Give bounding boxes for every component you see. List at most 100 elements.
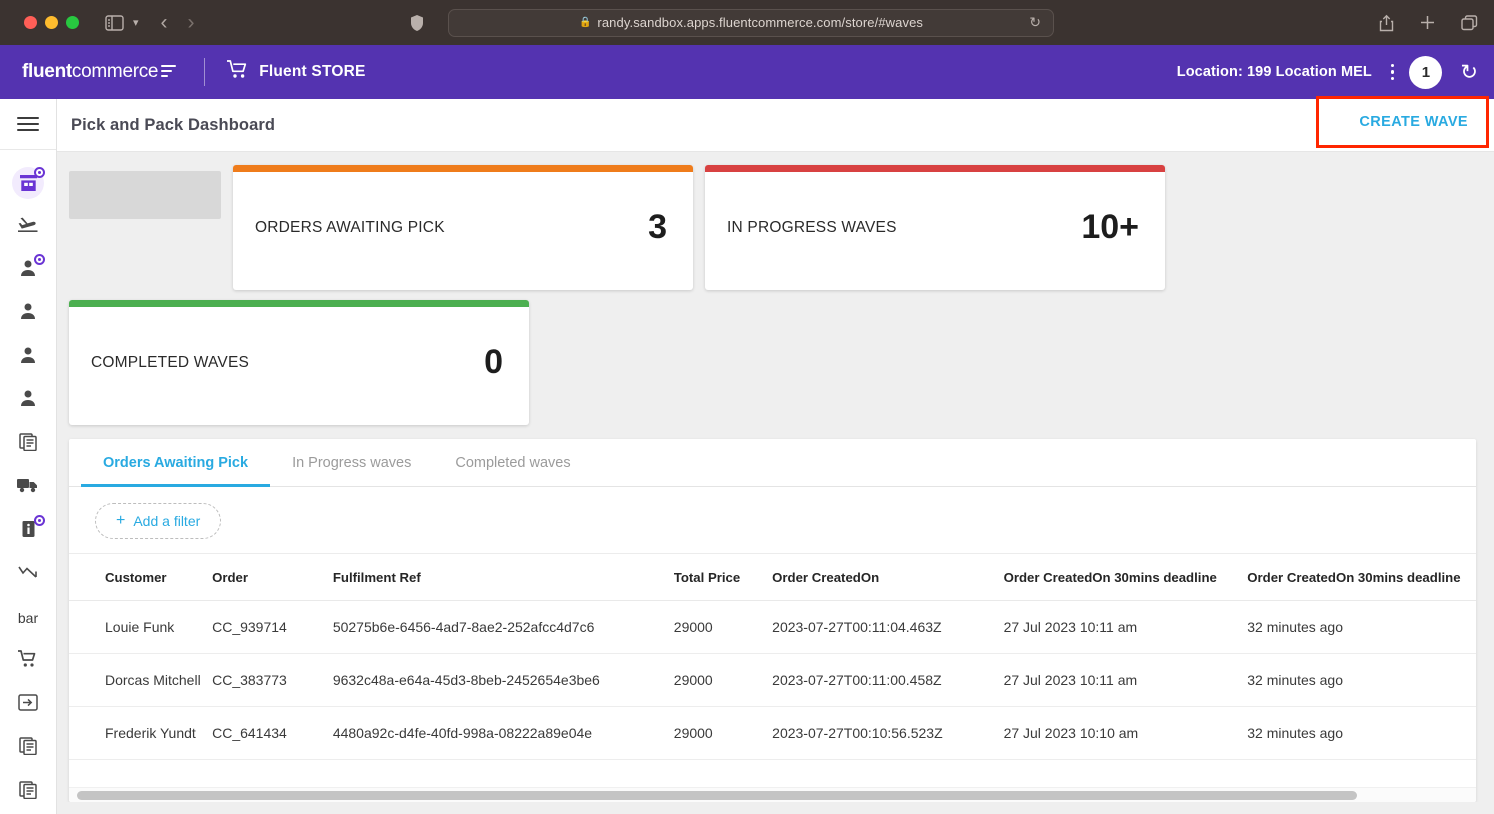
share-icon[interactable] <box>1379 14 1394 32</box>
cell-customer: Louie Funk <box>69 601 212 654</box>
sidebar-nav: bar <box>0 99 57 814</box>
app-header: fluentcommerce Fluent STORE Location: 19… <box>0 45 1494 99</box>
col-header-deadline-2[interactable]: Order CreatedOn 30mins deadline <box>1247 554 1476 601</box>
cell-deadline-abs: 27 Jul 2023 10:11 am <box>1004 601 1248 654</box>
stat-card-completed-waves[interactable]: COMPLETED WAVES 0 <box>69 300 529 425</box>
create-wave-button[interactable]: CREATE WAVE <box>1359 114 1468 130</box>
browser-chrome: ▾ ‹ › 🔒 randy.sandbox.apps.fluentcommerc… <box>0 0 1494 45</box>
address-bar[interactable]: 🔒 randy.sandbox.apps.fluentcommerce.com/… <box>448 9 1054 37</box>
sidebar-item-person-2[interactable] <box>0 292 56 336</box>
person-icon <box>19 346 37 369</box>
orders-table-body: Louie Funk CC_939714 50275b6e-6456-4ad7-… <box>69 601 1476 760</box>
refresh-icon[interactable]: ↻ <box>1460 60 1478 85</box>
sidebar-menu-toggle[interactable] <box>0 99 56 150</box>
sidebar-toggle-icon[interactable] <box>105 15 124 31</box>
sidebar-item-info[interactable] <box>0 509 56 553</box>
scrollbar-thumb[interactable] <box>77 791 1357 800</box>
col-header-order-createdon[interactable]: Order CreatedOn <box>772 554 1003 601</box>
orders-table-head: Customer Order Fulfilment Ref Total Pric… <box>69 554 1476 601</box>
table-row[interactable]: Louie Funk CC_939714 50275b6e-6456-4ad7-… <box>69 601 1476 654</box>
shopping-cart-icon <box>18 650 38 673</box>
stat-label: COMPLETED WAVES <box>91 354 249 372</box>
fluent-commerce-logo[interactable]: fluentcommerce <box>22 61 176 83</box>
cell-deadline-abs: 27 Jul 2023 10:10 am <box>1004 707 1248 760</box>
back-arrow-icon[interactable]: ‹ <box>161 12 168 33</box>
sidebar-item-trend[interactable] <box>0 553 56 597</box>
table-header-row: Customer Order Fulfilment Ref Total Pric… <box>69 554 1476 601</box>
forward-arrow-icon[interactable]: › <box>188 12 195 33</box>
plus-icon[interactable] <box>1420 15 1435 30</box>
horizontal-scrollbar[interactable] <box>69 787 1476 802</box>
stat-card-in-progress-waves[interactable]: IN PROGRESS WAVES 10+ <box>705 165 1165 290</box>
browser-toolbar-right <box>1379 14 1478 32</box>
stat-value: 0 <box>484 343 503 382</box>
minimize-window-button[interactable] <box>45 16 58 29</box>
sidebar-item-bar[interactable]: bar <box>0 596 56 640</box>
stat-value: 10+ <box>1081 208 1139 247</box>
documents-icon <box>19 433 38 456</box>
cell-order: CC_641434 <box>212 707 333 760</box>
navigation-arrows[interactable]: ‹ › <box>161 12 195 33</box>
stat-card-orders-awaiting-pick[interactable]: ORDERS AWAITING PICK 3 <box>233 165 693 290</box>
col-header-deadline-1[interactable]: Order CreatedOn 30mins deadline <box>1004 554 1248 601</box>
airplane-landing-icon <box>18 215 39 238</box>
stat-label: IN PROGRESS WAVES <box>727 219 897 237</box>
shopping-cart-icon <box>227 60 248 84</box>
close-window-button[interactable] <box>24 16 37 29</box>
col-header-customer[interactable]: Customer <box>69 554 212 601</box>
col-header-fulfilment-ref[interactable]: Fulfilment Ref <box>333 554 674 601</box>
sidebar-item-person-4[interactable] <box>0 379 56 423</box>
table-row[interactable]: Dorcas Mitchell CC_383773 9632c48a-e64a-… <box>69 654 1476 707</box>
store-selector[interactable]: Fluent STORE <box>227 60 365 84</box>
stat-cards-row-1: ORDERS AWAITING PICK 3 IN PROGRESS WAVES… <box>57 157 1494 290</box>
col-header-total-price[interactable]: Total Price <box>674 554 772 601</box>
cell-created-on: 2023-07-27T00:11:00.458Z <box>772 654 1003 707</box>
cell-total-price: 29000 <box>674 707 772 760</box>
stat-cards-row-2: COMPLETED WAVES 0 <box>57 290 1494 425</box>
add-filter-button[interactable]: + Add a filter <box>95 503 221 539</box>
table-row[interactable]: Frederik Yundt CC_641434 4480a92c-d4fe-4… <box>69 707 1476 760</box>
sidebar-item-documents-1[interactable] <box>0 422 56 466</box>
tabs-overview-icon[interactable] <box>1461 15 1478 31</box>
tab-completed-waves[interactable]: Completed waves <box>433 439 592 487</box>
tab-in-progress-waves[interactable]: In Progress waves <box>270 439 433 487</box>
maximize-window-button[interactable] <box>66 16 79 29</box>
cell-created-on: 2023-07-27T00:10:56.523Z <box>772 707 1003 760</box>
main-content: Pick and Pack Dashboard CREATE WAVE ORDE… <box>57 99 1494 814</box>
dashboard-scroll-area: ORDERS AWAITING PICK 3 IN PROGRESS WAVES… <box>57 152 1494 814</box>
store-name-label: Fluent STORE <box>259 63 365 81</box>
panel-bottom-spacer <box>57 802 1494 814</box>
truck-icon <box>17 477 39 498</box>
sidebar-item-person-1[interactable] <box>0 248 56 292</box>
cell-order: CC_939714 <box>212 601 333 654</box>
sidebar-item-store[interactable] <box>0 161 56 205</box>
sidebar-item-login[interactable] <box>0 683 56 727</box>
status-badge <box>34 515 45 526</box>
panel-tabs: Orders Awaiting Pick In Progress waves C… <box>69 439 1476 487</box>
trend-check-icon <box>18 565 38 584</box>
sidebar-item-person-3[interactable] <box>0 335 56 379</box>
col-header-order[interactable]: Order <box>212 554 333 601</box>
cell-total-price: 29000 <box>674 601 772 654</box>
cell-created-on: 2023-07-27T00:11:04.463Z <box>772 601 1003 654</box>
waves-panel: Orders Awaiting Pick In Progress waves C… <box>69 439 1476 802</box>
chevron-down-icon[interactable]: ▾ <box>133 16 139 29</box>
stat-cards-zone: ORDERS AWAITING PICK 3 IN PROGRESS WAVES… <box>57 152 1494 425</box>
person-icon <box>19 302 37 325</box>
sidebar-item-documents-2[interactable] <box>0 727 56 771</box>
sidebar-item-documents-3[interactable] <box>0 771 56 814</box>
sidebar-item-shipments[interactable] <box>0 466 56 510</box>
location-label: Location: 199 Location MEL <box>1177 64 1372 80</box>
window-controls[interactable] <box>24 16 79 29</box>
reload-icon[interactable]: ↻ <box>1029 14 1041 31</box>
plus-icon: + <box>116 513 125 529</box>
sidebar-item-inbound[interactable] <box>0 205 56 249</box>
more-vertical-icon[interactable] <box>1386 60 1400 85</box>
info-icon <box>21 520 36 543</box>
tab-orders-awaiting-pick[interactable]: Orders Awaiting Pick <box>81 439 270 487</box>
notification-badge[interactable]: 1 <box>1409 56 1442 89</box>
shield-icon[interactable] <box>410 14 424 32</box>
sidebar-item-cart[interactable] <box>0 640 56 684</box>
documents-icon <box>19 781 38 804</box>
url-text: randy.sandbox.apps.fluentcommerce.com/st… <box>597 15 923 30</box>
